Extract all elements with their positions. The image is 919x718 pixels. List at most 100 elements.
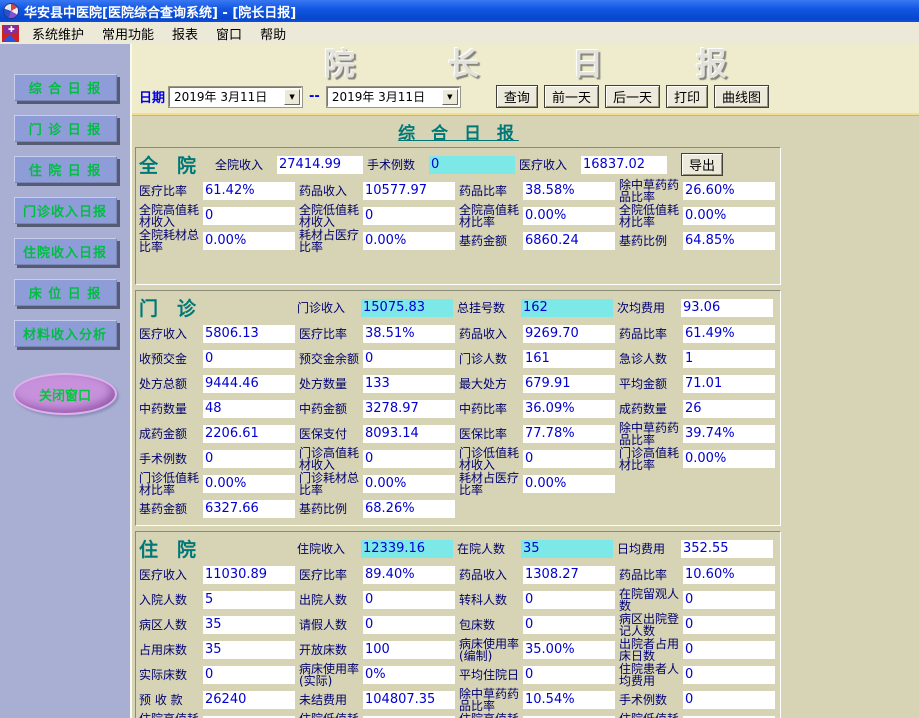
menu-item-1[interactable]: 常用功能 [93,21,163,46]
field-value[interactable]: 0 [363,206,455,225]
field-value[interactable]: 0 [683,665,775,684]
field-value[interactable]: 64.85% [683,231,775,250]
field-value[interactable]: 9444.46 [203,374,295,393]
export-button[interactable]: 导出 [681,153,724,176]
sidebar-button-3[interactable]: 门诊收入日报 [13,197,117,224]
field-value[interactable]: 89.40% [363,565,455,584]
field-value[interactable]: 100 [363,640,455,659]
sidebar-button-5[interactable]: 床 位 日 报 [13,279,117,306]
field-value[interactable]: 0.00% [683,206,775,225]
sidebar-button-2[interactable]: 住 院 日 报 [13,156,117,183]
field-value[interactable]: 8093.14 [363,424,455,443]
field-value[interactable]: 35.00% [523,640,615,659]
field-value[interactable]: 26240 [203,690,295,709]
action-buttons: 查询 前一天 后一天 打印 曲线图 [495,85,769,108]
field-value[interactable]: 0 [683,640,775,659]
sidebar-button-6[interactable]: 材料收入分析 [13,320,117,347]
field-value[interactable]: 0 [683,690,775,709]
field-value[interactable]: 48 [203,399,295,418]
field-value[interactable]: 0.00% [523,206,615,225]
field-value[interactable]: 0 [429,155,515,174]
field-value[interactable]: 16837.02 [581,155,667,174]
field-value[interactable]: 679.91 [523,374,615,393]
field-value[interactable]: 0.00% [203,474,295,493]
field-value[interactable]: 161 [523,349,615,368]
menu-item-4[interactable]: 帮助 [251,21,295,46]
field-value[interactable]: 0.00% [203,231,295,250]
field-value[interactable]: 10577.97 [363,181,455,200]
field-value[interactable]: 0 [523,590,615,609]
field-value[interactable]: 26 [683,399,775,418]
field-value[interactable]: 1 [683,349,775,368]
field-value[interactable]: 61.42% [203,181,295,200]
field-value[interactable]: 5806.13 [203,324,295,343]
field-value[interactable]: 0 [363,590,455,609]
sidebar-button-4[interactable]: 住院收入日报 [13,238,117,265]
field-value[interactable]: 35 [521,539,613,558]
action-button-3[interactable]: 打印 [665,85,708,108]
field-value[interactable]: 0 [203,449,295,468]
field-value[interactable]: 0 [523,449,615,468]
child-window-icon[interactable]: ✚ [2,24,19,42]
menu-item-3[interactable]: 窗口 [207,21,251,46]
field-value[interactable]: 0 [363,349,455,368]
close-window-button[interactable]: 关闭窗口 [13,373,117,415]
field-value[interactable]: 27414.99 [277,155,363,174]
action-button-0[interactable]: 查询 [495,85,538,108]
field-value[interactable]: 0 [203,665,295,684]
field-value[interactable]: 35 [203,615,295,634]
field-value[interactable]: 0 [363,615,455,634]
field-value[interactable]: 6327.66 [203,499,295,518]
field-value[interactable]: 2206.61 [203,424,295,443]
field-value[interactable]: 0.00% [523,474,615,493]
field-value[interactable]: 10.54% [523,690,615,709]
sidebar-button-1[interactable]: 门 诊 日 报 [13,115,117,142]
field-value[interactable]: 162 [521,298,613,317]
chevron-down-icon[interactable]: ▼ [441,88,458,105]
field-value[interactable]: 15075.83 [361,298,453,317]
menu-item-0[interactable]: 系统维护 [23,21,93,46]
field-value[interactable]: 0 [363,449,455,468]
field-value[interactable]: 36.09% [523,399,615,418]
field-value[interactable]: 0% [363,665,455,684]
chevron-down-icon[interactable]: ▼ [284,88,301,105]
field-value[interactable]: 0 [203,206,295,225]
field-value[interactable]: 39.74% [683,424,775,443]
menu-item-2[interactable]: 报表 [163,21,207,46]
field-value[interactable]: 11030.89 [203,565,295,584]
field-value[interactable]: 68.26% [363,499,455,518]
sidebar-button-0[interactable]: 综 合 日 报 [13,74,117,101]
field-value[interactable]: 5 [203,590,295,609]
field-value[interactable]: 71.01 [683,374,775,393]
field-value[interactable]: 0 [203,349,295,368]
field-value[interactable]: 3278.97 [363,399,455,418]
action-button-2[interactable]: 后一天 [604,85,660,108]
field-value[interactable]: 38.51% [363,324,455,343]
field-value[interactable]: 133 [363,374,455,393]
field-value[interactable]: 61.49% [683,324,775,343]
field-value[interactable]: 104807.35 [363,690,455,709]
field-value[interactable]: 0 [523,615,615,634]
field-value[interactable]: 352.55 [681,539,773,558]
field-value[interactable]: 6860.24 [523,231,615,250]
field-value[interactable]: 26.60% [683,181,775,200]
field-value[interactable]: 10.60% [683,565,775,584]
date-from-combobox[interactable]: 2019年 3月11日 ▼ [168,85,304,108]
app-icon[interactable] [3,3,19,19]
date-to-combobox[interactable]: 2019年 3月11日 ▼ [325,85,461,108]
field-value[interactable]: 0.00% [683,449,775,468]
action-button-4[interactable]: 曲线图 [713,85,769,108]
field-value[interactable]: 93.06 [681,298,773,317]
field-value[interactable]: 38.58% [523,181,615,200]
field-value[interactable]: 1308.27 [523,565,615,584]
field-value[interactable]: 0.00% [363,231,455,250]
field-value[interactable]: 0 [683,615,775,634]
field-value[interactable]: 0.00% [363,474,455,493]
field-value[interactable]: 77.78% [523,424,615,443]
field-value[interactable]: 12339.16 [361,539,453,558]
action-button-1[interactable]: 前一天 [543,85,599,108]
field-value[interactable]: 0 [683,590,775,609]
field-value[interactable]: 35 [203,640,295,659]
field-value[interactable]: 9269.70 [523,324,615,343]
field-value[interactable]: 0 [523,665,615,684]
